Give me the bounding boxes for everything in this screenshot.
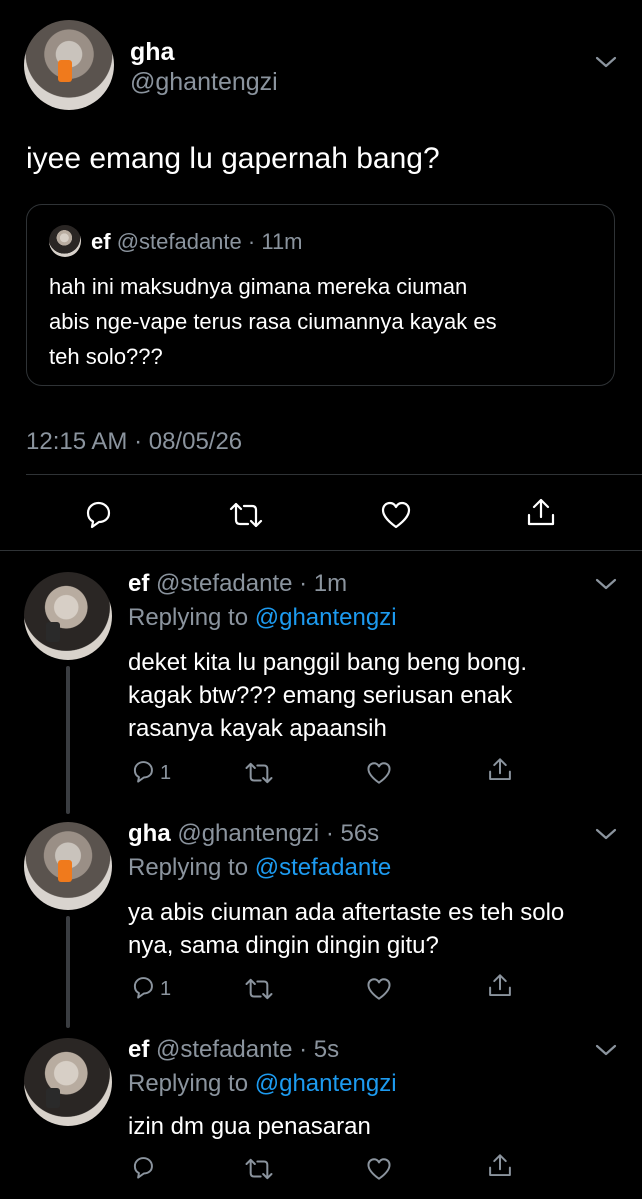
chevron-down-icon[interactable] xyxy=(594,576,618,592)
reply-time: · 5s xyxy=(299,1036,340,1063)
reply-count: 1 xyxy=(160,762,172,784)
like-icon[interactable] xyxy=(366,976,392,1002)
replying-to: Replying to @ghantengzi xyxy=(128,1070,397,1097)
retweet-icon[interactable] xyxy=(244,1156,274,1182)
reply-author-name[interactable]: gha xyxy=(128,820,171,847)
divider xyxy=(0,550,642,551)
replying-to-link[interactable]: @ghantengzi xyxy=(255,604,397,631)
share-icon[interactable] xyxy=(524,496,558,530)
author-name[interactable]: gha xyxy=(130,38,174,67)
reply-icon[interactable] xyxy=(130,1154,156,1180)
reply-text: izin dm gua penasaran xyxy=(128,1113,371,1140)
divider xyxy=(26,474,642,475)
retweet-icon[interactable] xyxy=(244,976,274,1002)
thread-line xyxy=(66,666,70,814)
avatar[interactable] xyxy=(24,572,112,660)
replying-to-link[interactable]: @stefadante xyxy=(255,854,391,881)
author-handle[interactable]: @ghantengzi xyxy=(130,68,278,97)
reply-time: · 1m xyxy=(299,570,348,597)
reply-author-name[interactable]: ef xyxy=(128,1036,149,1063)
avatar[interactable] xyxy=(24,20,114,110)
chevron-down-icon[interactable] xyxy=(594,1042,618,1058)
reply-time: · 56s xyxy=(325,820,380,847)
share-icon[interactable] xyxy=(486,756,514,784)
replying-to-link[interactable]: @ghantengzi xyxy=(255,1070,397,1097)
reply-icon[interactable] xyxy=(130,758,156,784)
reply-author-name[interactable]: ef xyxy=(128,570,149,597)
reply-text: deket kita lu panggil bang beng bong. ka… xyxy=(128,649,527,742)
tweet-timestamp[interactable]: 12:15 AM · 08/05/26 xyxy=(26,428,242,456)
reply-icon[interactable] xyxy=(82,498,114,530)
replying-to: Replying to @stefadante xyxy=(128,854,392,881)
quote-time: · 11m xyxy=(247,229,303,254)
quote-avatar xyxy=(49,225,81,257)
reply-icon[interactable] xyxy=(130,974,156,1000)
quoted-tweet[interactable]: ef @stefadante · 11m hah ini maksudnya g… xyxy=(26,204,615,386)
like-icon[interactable] xyxy=(380,500,412,530)
retweet-icon[interactable] xyxy=(244,760,274,786)
like-icon[interactable] xyxy=(366,760,392,786)
share-icon[interactable] xyxy=(486,972,514,1000)
thread-line xyxy=(66,916,70,1028)
avatar[interactable] xyxy=(24,1038,112,1126)
replying-to: Replying to @ghantengzi xyxy=(128,604,397,631)
quote-author-handle: @stefadante xyxy=(116,229,242,254)
chevron-down-icon[interactable] xyxy=(594,826,618,842)
tweet-text: iyee emang lu gapernah bang? xyxy=(26,142,440,175)
reply-author-handle[interactable]: @stefadante xyxy=(156,1036,292,1063)
quote-author-name: ef xyxy=(91,229,111,254)
chevron-down-icon[interactable] xyxy=(594,54,618,70)
retweet-icon[interactable] xyxy=(228,500,264,530)
reply-author-handle[interactable]: @stefadante xyxy=(156,570,292,597)
reply-text: ya abis ciuman ada aftertaste es teh sol… xyxy=(128,899,565,959)
share-icon[interactable] xyxy=(486,1152,514,1180)
reply-count: 1 xyxy=(160,978,172,1000)
quote-text: hah ini maksudnya gimana mereka ciuman a… xyxy=(49,274,497,369)
like-icon[interactable] xyxy=(366,1156,392,1182)
reply-author-handle[interactable]: @ghantengzi xyxy=(177,820,319,847)
avatar[interactable] xyxy=(24,822,112,910)
